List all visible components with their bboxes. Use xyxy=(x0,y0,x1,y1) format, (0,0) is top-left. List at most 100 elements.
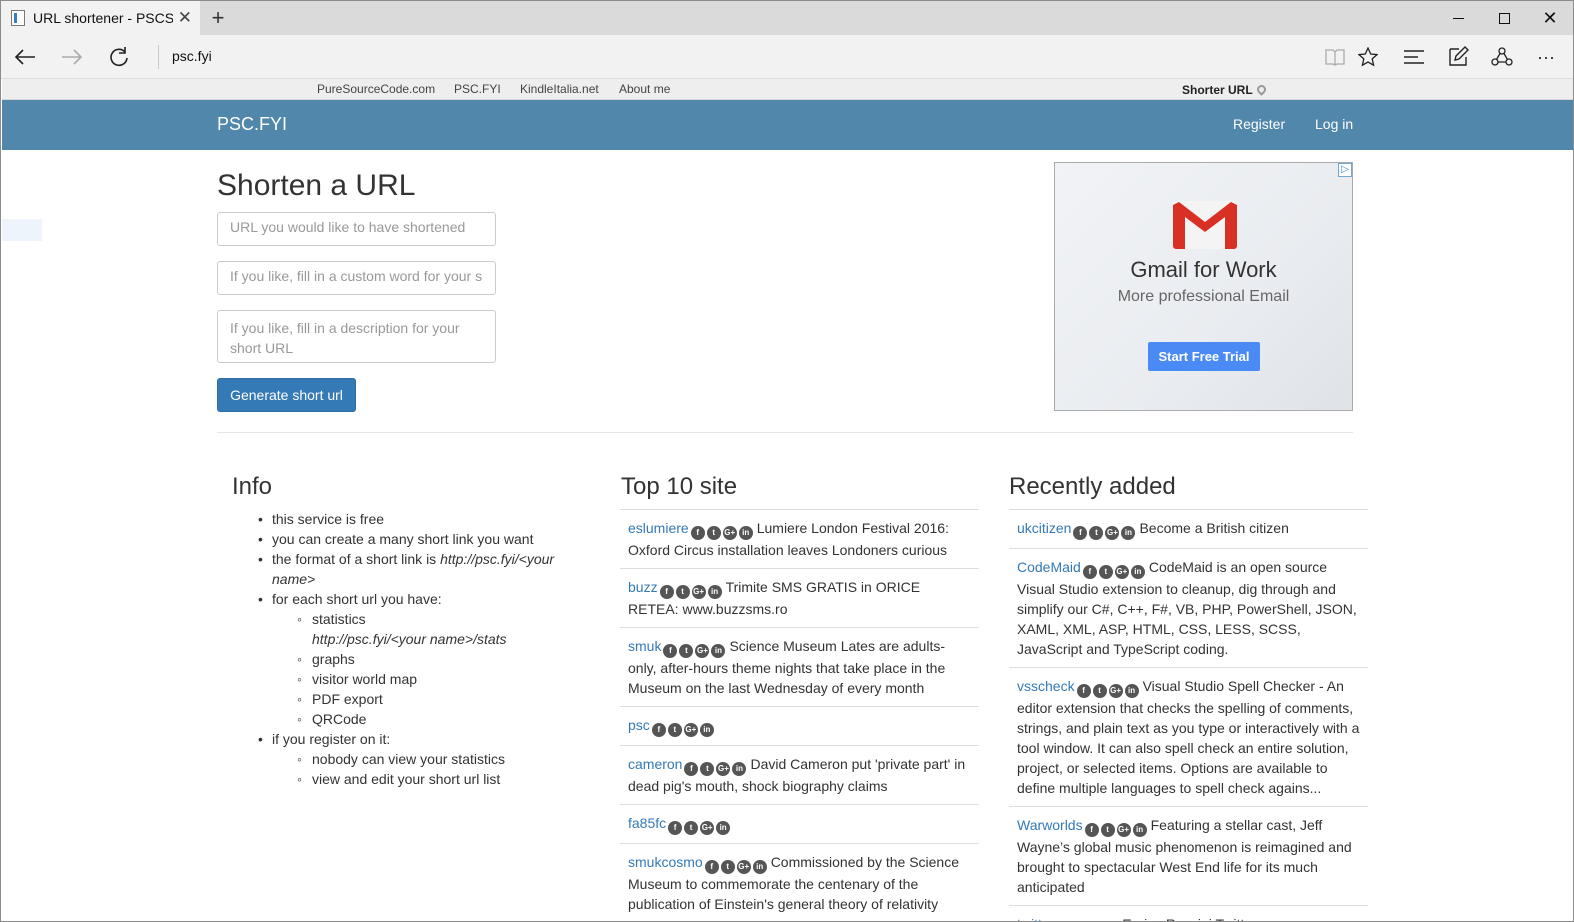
start-trial-button[interactable]: Start Free Trial xyxy=(1148,342,1260,371)
twitter-icon[interactable]: t xyxy=(684,821,699,835)
item-description: Enrico Rossini Twitter xyxy=(1122,916,1256,921)
linkedin-icon[interactable]: in xyxy=(1132,823,1147,837)
more-button[interactable]: ··· xyxy=(1533,43,1559,71)
linkedin-icon[interactable]: in xyxy=(738,526,753,540)
short-link[interactable]: psc xyxy=(628,717,650,733)
googleplus-icon[interactable]: G+ xyxy=(722,526,737,540)
brand-logo[interactable]: PSC.FYI xyxy=(217,114,287,135)
twitter-icon[interactable]: t xyxy=(679,644,694,658)
twitter-icon[interactable]: t xyxy=(706,526,721,540)
twitter-icon[interactable]: t xyxy=(667,723,682,737)
twitter-icon[interactable]: t xyxy=(700,762,715,776)
short-link[interactable]: vsscheck xyxy=(1017,678,1075,694)
minimize-button[interactable] xyxy=(1435,1,1481,35)
twitter-icon[interactable]: t xyxy=(720,860,735,874)
googleplus-icon[interactable]: G+ xyxy=(1116,823,1131,837)
linkedin-icon[interactable]: in xyxy=(1121,526,1136,540)
forward-button[interactable] xyxy=(57,43,87,71)
social-share-icons: ftG+in xyxy=(651,717,716,737)
tab-close-icon[interactable]: ✕ xyxy=(178,9,192,26)
short-link[interactable]: cameron xyxy=(628,756,682,772)
short-link[interactable]: CodeMaid xyxy=(1017,559,1081,575)
custom-word-input[interactable]: If you like, fill in a custom word for y… xyxy=(217,261,496,295)
ad-banner[interactable]: ▷ Gmail for Work More professional Email… xyxy=(1054,162,1353,411)
web-note-button[interactable] xyxy=(1445,43,1471,71)
hub-button[interactable] xyxy=(1401,43,1427,71)
info-subitem: visitor world map xyxy=(272,669,582,689)
share-button[interactable] xyxy=(1489,43,1515,71)
reading-view-button[interactable] xyxy=(1323,43,1347,71)
short-link[interactable]: eslumiere xyxy=(628,520,689,536)
link-pscfyi[interactable]: PSC.FYI xyxy=(454,82,501,96)
maximize-icon xyxy=(1498,12,1510,24)
side-highlight xyxy=(2,219,42,241)
short-link[interactable]: buzz xyxy=(628,579,658,595)
facebook-icon[interactable]: f xyxy=(668,821,683,835)
twitter-icon[interactable]: t xyxy=(1098,565,1113,579)
facebook-icon[interactable]: f xyxy=(659,585,674,599)
facebook-icon[interactable]: f xyxy=(651,723,666,737)
short-link[interactable]: smuk xyxy=(628,638,661,654)
facebook-icon[interactable]: f xyxy=(663,644,678,658)
new-tab-button[interactable]: + xyxy=(206,6,230,30)
info-section: this service is free you can create a ma… xyxy=(232,509,582,789)
linkedin-icon[interactable]: in xyxy=(1130,565,1145,579)
browser-tab[interactable]: URL shortener - PSCShc ✕ xyxy=(1,1,200,35)
social-share-icons: ftG+in xyxy=(663,638,727,658)
googleplus-icon[interactable]: G+ xyxy=(736,860,751,874)
address-input[interactable]: psc.fyi xyxy=(172,48,212,64)
description-textarea[interactable]: If you like, fill in a description for y… xyxy=(217,310,496,363)
link-puresourcecode[interactable]: PureSourceCode.com xyxy=(317,82,435,96)
link-kindleitalia[interactable]: KindleItalia.net xyxy=(520,82,599,96)
list-item: smukcosmo f t G+ in Commissioned by the Scien… xyxy=(620,843,979,921)
linkedin-icon[interactable]: in xyxy=(707,585,722,599)
info-item-text: if you register on it: xyxy=(272,731,391,747)
back-button[interactable] xyxy=(10,43,40,71)
adchoices-icon[interactable]: ▷ xyxy=(1338,163,1352,177)
info-item: the format of a short link is http://psc… xyxy=(232,549,582,589)
googleplus-icon[interactable]: G+ xyxy=(716,762,731,776)
login-link[interactable]: Log in xyxy=(1315,116,1353,132)
googleplus-icon[interactable]: G+ xyxy=(700,821,715,835)
social-share-icons: ftG+in xyxy=(1084,817,1149,837)
title-bar: URL shortener - PSCShc ✕ + ✕ xyxy=(1,1,1573,35)
linkedin-icon[interactable]: in xyxy=(711,644,726,658)
linkedin-icon[interactable]: in xyxy=(716,821,731,835)
googleplus-icon[interactable]: G+ xyxy=(1108,684,1123,698)
facebook-icon[interactable]: f xyxy=(1084,823,1099,837)
facebook-icon[interactable]: f xyxy=(704,860,719,874)
googleplus-icon[interactable]: G+ xyxy=(1105,526,1120,540)
facebook-icon[interactable]: f xyxy=(1076,684,1091,698)
social-share-icons: ftG+in xyxy=(1073,520,1137,540)
linkedin-icon[interactable]: in xyxy=(752,860,767,874)
linkedin-icon[interactable]: in xyxy=(732,762,747,776)
twitter-icon[interactable]: t xyxy=(1100,823,1115,837)
googleplus-icon[interactable]: G+ xyxy=(695,644,710,658)
generate-button[interactable]: Generate short url xyxy=(217,378,356,412)
twitter-icon[interactable]: t xyxy=(1089,526,1104,540)
facebook-icon[interactable]: f xyxy=(684,762,699,776)
linkedin-icon[interactable]: in xyxy=(699,723,714,737)
maximize-button[interactable] xyxy=(1481,1,1527,35)
twitter-icon[interactable]: t xyxy=(675,585,690,599)
register-link[interactable]: Register xyxy=(1233,116,1285,132)
facebook-icon[interactable]: f xyxy=(1073,526,1088,540)
googleplus-icon[interactable]: G+ xyxy=(691,585,706,599)
refresh-button[interactable] xyxy=(104,43,134,71)
short-link[interactable]: smukcosmo xyxy=(628,854,703,870)
short-link[interactable]: twitter xyxy=(1017,916,1054,921)
facebook-icon[interactable]: f xyxy=(690,526,705,540)
facebook-icon[interactable]: f xyxy=(1082,565,1097,579)
googleplus-icon[interactable]: G+ xyxy=(1114,565,1129,579)
short-link[interactable]: fa85fc xyxy=(628,815,666,831)
twitter-icon[interactable]: t xyxy=(1092,684,1107,698)
list-item: cameron f t G+ in David Cameron put 'private … xyxy=(620,745,979,804)
linkedin-icon[interactable]: in xyxy=(1124,684,1139,698)
link-about-me[interactable]: About me xyxy=(619,82,670,96)
short-link[interactable]: Warworlds xyxy=(1017,817,1083,833)
favorite-button[interactable] xyxy=(1356,43,1380,71)
short-link[interactable]: ukcitizen xyxy=(1017,520,1071,536)
close-window-button[interactable]: ✕ xyxy=(1527,1,1573,35)
googleplus-icon[interactable]: G+ xyxy=(683,723,698,737)
url-input[interactable]: URL you would like to have shortened xyxy=(217,212,496,246)
